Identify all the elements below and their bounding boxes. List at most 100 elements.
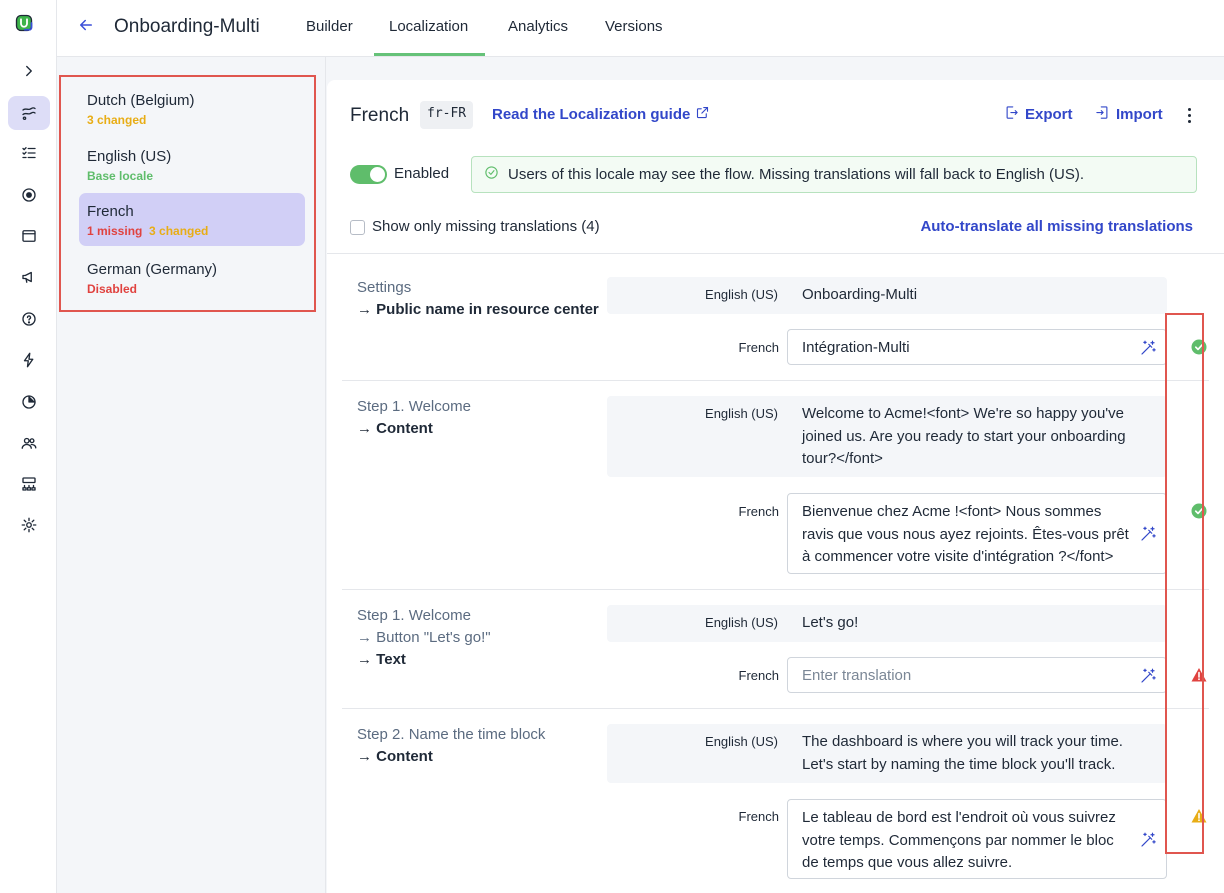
missing-only-label[interactable]: Show only missing translations (4) (372, 218, 600, 235)
expand-icon[interactable] (8, 54, 50, 88)
pie-chart-icon[interactable] (8, 385, 50, 419)
target-label: French (738, 340, 779, 355)
locale-item-german-germany[interactable]: German (Germany) Disabled (79, 254, 305, 306)
translation-row: Step 1. Welcome → Button "Let's go!" → T… (342, 605, 1209, 708)
localization-guide-link[interactable]: Read the Localization guide (492, 105, 710, 124)
logo-icon[interactable] (15, 14, 39, 38)
locale-name: German (Germany) (87, 261, 218, 278)
source-box: English (US) Welcome to Acme!<font> We'r… (607, 396, 1167, 477)
locale-notice: Users of this locale may see the flow. M… (471, 156, 1197, 193)
row-breadcrumb: Settings → Public name in resource cente… (357, 277, 599, 321)
target-label: French (738, 504, 779, 519)
row-divider (342, 708, 1209, 709)
row-field: → Text (357, 651, 406, 668)
magic-wand-icon[interactable] (1139, 831, 1157, 849)
row-divider (342, 380, 1209, 381)
bolt-icon[interactable] (8, 343, 50, 377)
translation-input[interactable]: Le tableau de bord est l'endroit où vous… (787, 799, 1167, 879)
locale-list: Dutch (Belgium) 3 changed English (US) B… (57, 57, 326, 893)
locale-name: French (87, 203, 134, 220)
source-box: English (US) The dashboard is where you … (607, 724, 1167, 783)
crumb: Step 1. Welcome (357, 607, 471, 624)
row-breadcrumb: Step 2. Name the time block → Content (357, 724, 545, 768)
row-field: → Content (357, 748, 433, 765)
enabled-label: Enabled (394, 165, 450, 182)
import-label: Import (1116, 106, 1163, 123)
tab-analytics[interactable]: Analytics (508, 18, 568, 35)
locale-status-missing: 1 missing (87, 224, 143, 238)
crumb: Step 2. Name the time block (357, 726, 546, 743)
translation-placeholder: Enter translation (802, 667, 912, 684)
back-arrow-icon[interactable] (77, 16, 99, 38)
target-icon[interactable] (8, 178, 50, 212)
source-label: English (US) (705, 287, 778, 302)
translation-row: Step 1. Welcome → Content English (US) W… (342, 396, 1209, 589)
translation-input[interactable]: Enter translation (787, 657, 1167, 693)
magic-wand-icon[interactable] (1139, 525, 1157, 543)
external-link-icon (695, 105, 710, 124)
export-button[interactable]: Export (1004, 105, 1073, 124)
auto-translate-link[interactable]: Auto-translate all missing translations (920, 218, 1193, 235)
translation-text: Intégration-Multi (802, 339, 910, 356)
source-label: English (US) (705, 615, 778, 630)
field-name: Text (376, 651, 406, 668)
tab-versions[interactable]: Versions (605, 18, 663, 35)
target-label: French (738, 668, 779, 683)
divider (327, 253, 1224, 254)
crumb-text: Button "Let's go!" (376, 629, 491, 646)
settings-icon[interactable] (8, 508, 50, 542)
top-bar: Onboarding-Multi Builder Localization An… (57, 0, 1224, 57)
locale-status: Disabled (87, 282, 138, 296)
icon-rail (0, 0, 57, 893)
import-button[interactable]: Import (1095, 105, 1163, 124)
row-field: → Public name in resource center (357, 301, 599, 318)
help-icon[interactable] (8, 302, 50, 336)
source-box: English (US) Onboarding-Multi (607, 277, 1167, 314)
magic-wand-icon[interactable] (1139, 667, 1157, 685)
locale-name: English (US) (87, 148, 172, 165)
enabled-toggle[interactable] (350, 165, 387, 184)
locale-item-english-us[interactable]: English (US) Base locale (79, 141, 305, 193)
megaphone-icon[interactable] (8, 260, 50, 294)
translation-input[interactable]: Intégration-Multi (787, 329, 1167, 365)
source-text: The dashboard is where you will track yo… (802, 733, 1123, 773)
missing-only-checkbox[interactable] (350, 220, 365, 235)
translation-input[interactable]: Bienvenue chez Acme !<font> Nous sommes … (787, 493, 1167, 574)
locale-status: Base locale (87, 169, 154, 183)
more-options-icon[interactable] (1182, 105, 1196, 125)
export-icon (1004, 105, 1019, 124)
locale-title: French (350, 105, 410, 126)
translation-row: Settings → Public name in resource cente… (342, 277, 1209, 380)
flow-title: Onboarding-Multi (114, 16, 260, 37)
checklist-icon[interactable] (8, 136, 50, 170)
row-field: → Content (357, 420, 433, 437)
tab-localization[interactable]: Localization (389, 18, 468, 35)
locale-status: 3 changed (87, 113, 147, 127)
locale-status-changed: 3 changed (149, 224, 209, 238)
locale-item-french[interactable]: French 1 missing 3 changed (79, 193, 305, 246)
crumb: Step 1. Welcome (357, 398, 471, 415)
field-name: Public name in resource center (376, 301, 599, 318)
guide-link-label: Read the Localization guide (492, 106, 691, 123)
row-breadcrumb: Step 1. Welcome → Button "Let's go!" → T… (357, 605, 491, 671)
locale-code: fr-FR (420, 101, 474, 129)
locale-item-dutch-belgium[interactable]: Dutch (Belgium) 3 changed (79, 85, 305, 137)
crumb: → Button "Let's go!" (357, 629, 491, 646)
users-icon[interactable] (8, 426, 50, 460)
translation-row: Step 2. Name the time block → Content En… (342, 724, 1209, 893)
source-label: English (US) (705, 406, 778, 421)
flows-icon[interactable] (8, 96, 50, 130)
translation-text: Bienvenue chez Acme !<font> Nous sommes … (802, 503, 1129, 565)
highlight-box (1165, 313, 1204, 854)
tab-builder[interactable]: Builder (306, 18, 353, 35)
org-chart-icon[interactable] (8, 467, 50, 501)
export-label: Export (1025, 106, 1073, 123)
magic-wand-icon[interactable] (1139, 339, 1157, 357)
window-icon[interactable] (8, 219, 50, 253)
row-divider (342, 589, 1209, 590)
crumb: Settings (357, 279, 412, 296)
field-name: Content (376, 420, 433, 437)
source-text: Onboarding-Multi (802, 286, 918, 303)
source-box: English (US) Let's go! (607, 605, 1167, 642)
row-breadcrumb: Step 1. Welcome → Content (357, 396, 471, 440)
